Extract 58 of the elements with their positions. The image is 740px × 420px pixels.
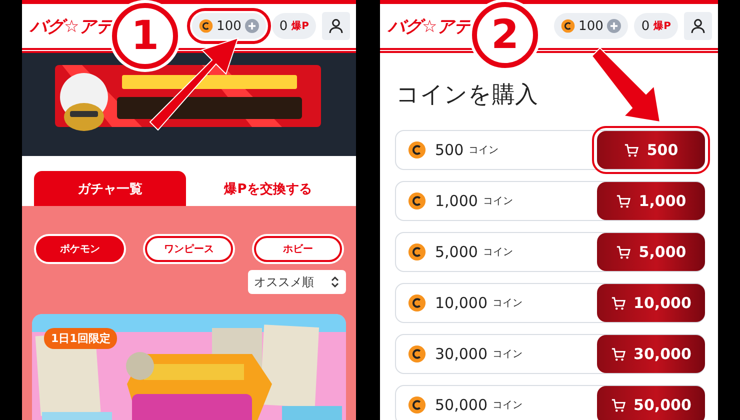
plus-icon [607,19,622,33]
sort-value: オススメ順 [254,274,314,290]
points-unit: 爆P [654,20,671,33]
cart-icon [610,346,626,362]
cart-icon [624,142,639,158]
buy-button[interactable]: 1,000 [597,182,705,220]
sort-select[interactable]: オススメ順 [248,270,346,294]
cart-icon [616,244,631,260]
points-balance[interactable]: 0 爆P [634,13,678,39]
coin-icon [408,243,426,261]
coin-icon [408,396,426,414]
coin-amount: 30,000 [435,345,488,363]
plus-icon [245,19,260,33]
points-balance[interactable]: 0 爆P [272,13,316,39]
coin-unit: コイン [492,399,522,412]
coin-unit: コイン [482,246,513,259]
coin-amount: 500 [435,141,464,159]
coin-count: 100 [578,18,604,34]
coin-icon [408,192,426,210]
account-button[interactable] [684,12,712,40]
cart-icon [616,194,631,208]
coin-unit: コイン [492,348,522,361]
category-chip[interactable]: ポケモン [36,236,124,262]
buy-button[interactable]: 50,000 [597,386,705,420]
coin-icon [198,19,213,33]
coin-icon [560,19,575,33]
points-count: 0 [279,18,288,34]
coin-balance[interactable]: 100 [192,13,266,39]
coin-amount: 10,000 [435,294,488,312]
cart-icon [610,296,626,310]
logo[interactable]: バグ☆アテ [388,14,472,38]
points-unit: 爆P [292,20,309,33]
coin-balance[interactable]: 100 [554,13,628,39]
category-chip[interactable]: ワンピース [145,236,233,262]
coin-amount: 5,000 [435,243,478,261]
buy-button[interactable]: 10,000 [597,284,705,322]
coin-icon [408,141,426,159]
page-title: コインを購入 [396,81,539,110]
updown-icon [330,276,340,288]
buy-button[interactable]: 5,000 [597,233,705,271]
coin-icon [408,345,426,363]
tab[interactable]: ガチャ一覧 [34,171,186,206]
coin-unit: コイン [468,144,499,157]
points-count: 0 [641,18,650,34]
cart-icon [610,398,626,412]
coin-unit: コイン [492,297,522,310]
user-icon [690,18,706,34]
buy-button[interactable]: 500 [597,131,705,169]
buy-button[interactable]: 30,000 [597,335,705,373]
coin-count: 100 [216,18,242,34]
coin-amount: 1,000 [435,192,478,210]
user-icon [328,18,344,34]
account-button[interactable] [322,12,350,40]
category-chip[interactable]: ホビー [254,236,342,262]
limit-badge: 1日1回限定 [44,328,118,349]
coin-unit: コイン [482,195,513,208]
coin-amount: 50,000 [435,396,488,414]
coin-icon [408,294,426,312]
